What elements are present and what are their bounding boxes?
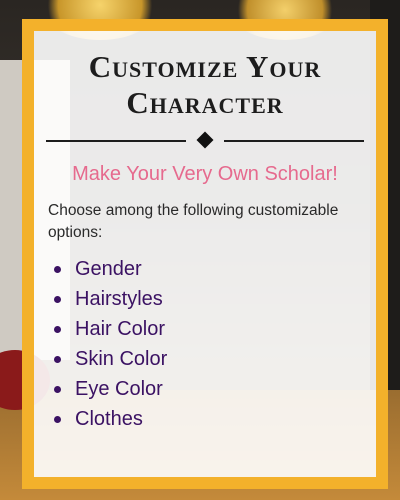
divider-line-left [46,140,186,142]
option-gender: Gender [54,254,376,284]
option-label: Hairstyles [75,287,163,310]
option-label: Gender [75,257,142,280]
bullet-icon [54,265,61,273]
option-hair-color: Hair Color [54,314,376,344]
title-line-1: Customize Your [88,49,322,84]
options-list: Gender Hairstyles Hair Color Skin Color … [54,254,376,434]
card-subtitle: Make Your Very Own Scholar! [72,163,338,185]
option-eye-color: Eye Color [54,374,376,404]
option-skin-color: Skin Color [54,344,376,374]
divider-line-right [224,140,364,142]
bullet-icon [54,355,61,363]
customize-card: Customize Your Character Make Your Very … [22,19,388,489]
option-label: Skin Color [75,347,168,370]
diamond-icon [196,131,214,149]
title-divider [40,131,370,151]
intro-text: Choose among the following customizable … [48,202,339,241]
bullet-icon [54,385,61,393]
bullet-icon [54,415,61,423]
option-clothes: Clothes [54,404,376,434]
title-line-2: Character [126,85,284,120]
bullet-icon [54,325,61,333]
option-label: Hair Color [75,317,166,340]
bullet-icon [54,295,61,303]
option-label: Eye Color [75,377,163,400]
option-label: Clothes [75,407,143,430]
option-hairstyles: Hairstyles [54,284,376,314]
card-title: Customize Your Character [34,49,376,121]
